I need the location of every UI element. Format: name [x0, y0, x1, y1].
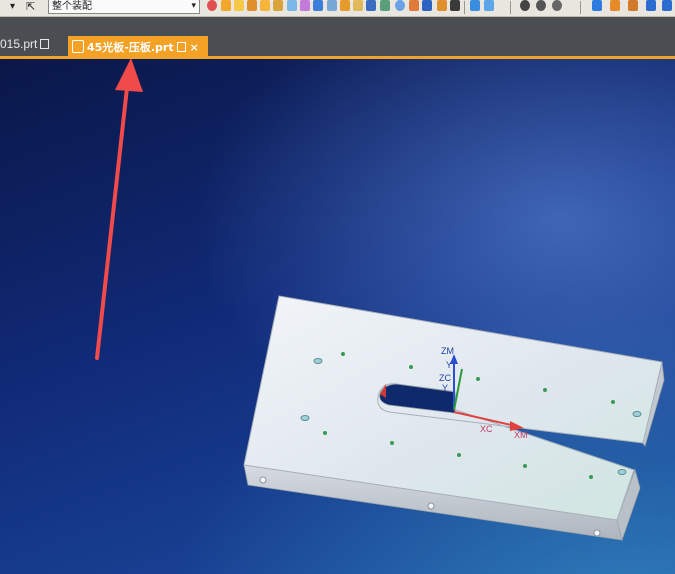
hole: [300, 415, 310, 421]
no-selection-icon[interactable]: [207, 0, 217, 11]
hole: [611, 400, 615, 404]
close-icon[interactable]: ×: [190, 41, 199, 54]
select-cursor-icon[interactable]: ⇱: [26, 0, 35, 14]
csys-label-zc: ZC: [439, 373, 451, 383]
hole: [523, 464, 527, 468]
snap-intersect-icon[interactable]: [422, 0, 432, 11]
document-icon: [176, 42, 186, 52]
snap-circle-icon[interactable]: [395, 0, 405, 11]
selection-filter-dropdown[interactable]: 整个装配 ▾: [48, 0, 200, 14]
show-icon[interactable]: [470, 0, 480, 11]
tab-label: 015.prt: [0, 37, 38, 51]
toolbar-divider: [464, 1, 465, 14]
toolbar-divider: [510, 1, 511, 14]
csys-label-y2: Y: [442, 383, 448, 393]
move-component-icon[interactable]: [662, 0, 672, 11]
point-icon[interactable]: [300, 0, 310, 11]
sheet-body-icon[interactable]: [234, 0, 244, 11]
snap-point-icon[interactable]: [437, 0, 447, 11]
model-scene: ZM Y ZC Y XC XM: [95, 59, 665, 542]
snap-end-icon[interactable]: [340, 0, 350, 11]
snap-icon[interactable]: [327, 0, 337, 11]
layer-icon[interactable]: [592, 0, 602, 11]
hole: [409, 365, 413, 369]
hole: [632, 411, 642, 417]
chevron-down-icon[interactable]: ▾: [10, 0, 15, 14]
curve-icon[interactable]: [287, 0, 297, 11]
constraint-icon[interactable]: [646, 0, 656, 11]
solid-body-icon[interactable]: [221, 0, 231, 11]
csys-label-xm: XM: [514, 430, 528, 440]
hide-icon[interactable]: [484, 0, 494, 11]
hole: [323, 431, 327, 435]
csys-label-y: Y: [446, 360, 452, 370]
side-hole: [593, 529, 601, 537]
eye-hide-icon[interactable]: [552, 0, 562, 11]
snap-more-icon[interactable]: [450, 0, 460, 11]
chevron-down-icon: ▾: [191, 1, 196, 11]
snap-center-icon[interactable]: [380, 0, 390, 11]
hole: [390, 441, 394, 445]
tab-015-prt[interactable]: 015.prt: [0, 35, 50, 54]
side-hole: [259, 476, 267, 484]
edge-icon[interactable]: [260, 0, 270, 11]
tab-label: 45光板-压板.prt: [87, 41, 174, 54]
hole: [457, 453, 461, 457]
hole: [476, 377, 480, 381]
side-hole: [427, 502, 435, 510]
component-icon[interactable]: [628, 0, 638, 11]
annotation-arrow: [95, 59, 143, 360]
eye-icon[interactable]: [520, 0, 530, 11]
document-icon: [40, 39, 50, 49]
selection-filter-value: 整个装配: [52, 1, 92, 12]
snap-mid-icon[interactable]: [353, 0, 363, 11]
hole: [543, 388, 547, 392]
document-tab-bar: 015.prt 45光板-压板.prt ×: [0, 17, 675, 59]
hole: [589, 475, 593, 479]
toolbar-divider: [580, 1, 581, 14]
top-toolbar: ▾ ⇱ 整个装配 ▾: [0, 0, 675, 17]
graphics-viewport[interactable]: ZM Y ZC Y XC XM: [0, 59, 675, 574]
assembly-icon: [72, 40, 84, 53]
face-icon[interactable]: [247, 0, 257, 11]
csys-label-xc: XC: [480, 424, 493, 434]
body-icon[interactable]: [273, 0, 283, 11]
assembly-icon[interactable]: [610, 0, 620, 11]
eye-show-icon[interactable]: [536, 0, 546, 11]
hole: [313, 358, 323, 364]
hole: [341, 352, 345, 356]
csys-label-zm: ZM: [441, 346, 454, 356]
hole: [617, 469, 627, 475]
snap-arc-icon[interactable]: [366, 0, 376, 11]
csys-icon[interactable]: [313, 0, 323, 11]
snap-quadrant-icon[interactable]: [409, 0, 419, 11]
